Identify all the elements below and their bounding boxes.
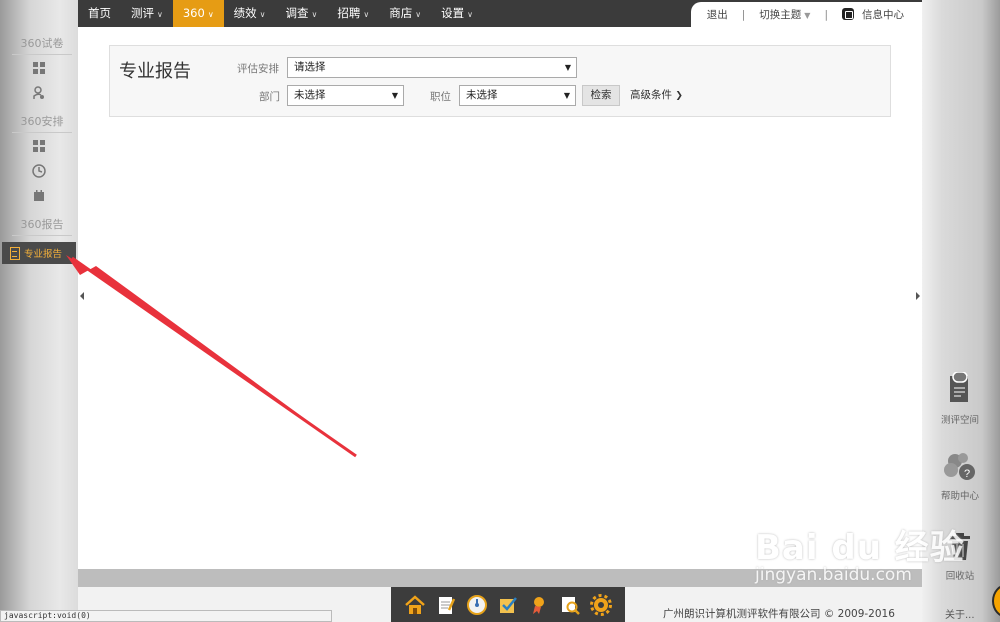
user-key-icon[interactable] [0, 80, 78, 105]
sidebar-section-360-report: 360报告 [12, 216, 72, 236]
chevron-down-icon: ∨ [311, 10, 318, 19]
collapse-left-icon[interactable] [80, 292, 84, 300]
chevron-down-icon: ❯ [675, 91, 683, 101]
dropdown-arrow-icon: ▼ [564, 63, 571, 72]
chevron-down-icon: ∨ [415, 10, 422, 19]
award-icon[interactable] [528, 594, 550, 616]
nav-assessment-label: 测评 [131, 6, 154, 20]
user-toolbar: 退出 | 切换主题 ▼ | 信息中心 [690, 2, 922, 27]
nav-store-label: 商店 [389, 6, 413, 20]
chevron-down-icon: ∨ [157, 10, 163, 19]
help-icon: ? [934, 452, 986, 485]
nav-recruit[interactable]: 招聘 ∨ [327, 0, 379, 27]
sidebar-section-360-schedule: 360安排 [12, 113, 72, 133]
help-center-widget[interactable]: ? 帮助中心 [934, 452, 986, 502]
dropdown-arrow-icon: ▼ [391, 91, 398, 100]
position-select-value: 未选择 [466, 89, 498, 101]
main-content: 专业报告 评估安排 请选择 ▼ 部门 未选择 ▼ 职位 未选择 ▼ 检索 高级条件 ❯ [78, 27, 922, 569]
sidebar: 360试卷 360安排 360报告 专业报告 [0, 27, 78, 587]
nav-settings-label: 设置 [441, 6, 465, 20]
nav-store[interactable]: 商店 ∨ [379, 0, 431, 27]
dept-label: 部门 [259, 91, 280, 103]
position-select[interactable]: 未选择 ▼ [459, 85, 576, 106]
sidebar-item-professional-report[interactable]: 专业报告 [2, 242, 76, 264]
switch-theme-link[interactable]: 切换主题 ▼ [759, 7, 810, 22]
checklist-icon[interactable] [497, 594, 519, 616]
chevron-down-icon: ∨ [363, 10, 370, 19]
assessment-space-label: 测评空间 [940, 415, 979, 426]
nav-home-label: 首页 [88, 6, 111, 20]
page-title: 专业报告 [119, 61, 191, 82]
nav-recruit-label: 招聘 [337, 6, 361, 20]
copyright-text: 广州朗识计算机测评软件有限公司 © 2009-2016 [663, 608, 895, 620]
home-icon[interactable] [404, 594, 426, 616]
grid-icon[interactable] [0, 55, 78, 80]
grid-icon[interactable] [0, 133, 78, 158]
collapse-right-icon[interactable] [916, 292, 920, 300]
nav-360[interactable]: 360 ∨ [172, 0, 224, 27]
search-button[interactable]: 检索 [582, 85, 620, 106]
report-search-icon[interactable] [559, 594, 581, 616]
logout-link[interactable]: 退出 [707, 7, 728, 22]
nav-assessment[interactable]: 测评 ∨ [121, 0, 173, 27]
clock-icon[interactable] [0, 158, 78, 183]
nav-survey[interactable]: 调查 ∨ [276, 0, 328, 27]
browser-status-bar: javascript:void(0) [0, 610, 332, 622]
document-icon [10, 246, 20, 260]
message-center-label: 信息中心 [862, 9, 904, 21]
chevron-down-icon: ∨ [207, 10, 214, 19]
advanced-conditions-link[interactable]: 高级条件 ❯ [630, 87, 683, 102]
assessment-space-icon [934, 371, 986, 409]
top-nav: 首页 测评 ∨ 360 ∨ 绩效 ∨ 调查 ∨ 招聘 ∨ 商店 ∨ 设置 ∨ 退出 | 切换主… [78, 0, 922, 27]
chevron-down-icon: ∨ [467, 10, 473, 19]
divider: | [824, 8, 828, 21]
nav-survey-label: 调查 [285, 6, 309, 20]
dept-select[interactable]: 未选择 ▼ [287, 85, 404, 106]
nav-performance-label: 绩效 [233, 6, 257, 20]
message-icon [842, 8, 854, 20]
chevron-down-icon: ▼ [804, 11, 811, 20]
svg-text:?: ? [964, 468, 970, 480]
switch-theme-label: 切换主题 [759, 9, 802, 21]
position-label: 职位 [430, 91, 451, 103]
plan-select-value: 请选择 [294, 61, 326, 73]
baidu-watermark: Bai du 经验 jingyan.baidu.com [755, 520, 965, 585]
dropdown-arrow-icon: ▼ [563, 91, 570, 100]
nav-360-label: 360 [182, 6, 205, 20]
assessment-space-widget[interactable]: 测评空间 [934, 371, 986, 426]
filter-panel: 专业报告 评估安排 请选择 ▼ 部门 未选择 ▼ 职位 未选择 ▼ 检索 高级条件 ❯ [109, 45, 891, 117]
dept-select-value: 未选择 [294, 89, 326, 101]
chevron-down-icon: ∨ [259, 10, 266, 19]
plan-label: 评估安排 [237, 63, 279, 75]
sidebar-item-label: 专业报告 [24, 249, 63, 260]
nav-settings[interactable]: 设置 ∨ [431, 0, 483, 27]
watermark-logo: Bai du 经验 [755, 528, 965, 568]
calendar-icon[interactable] [0, 183, 78, 208]
divider: | [741, 8, 746, 21]
message-center-link[interactable]: 信息中心 [842, 7, 904, 22]
bottom-dock [391, 587, 625, 622]
advanced-conditions-label: 高级条件 [630, 89, 672, 101]
help-center-label: 帮助中心 [940, 491, 979, 502]
nav-performance[interactable]: 绩效 ∨ [224, 0, 276, 27]
plan-select[interactable]: 请选择 ▼ [287, 57, 577, 78]
dashboard-icon[interactable] [466, 594, 488, 616]
about-link[interactable]: 关于... [945, 606, 975, 621]
sidebar-section-360-papers: 360试卷 [12, 35, 72, 55]
settings-gear-icon[interactable] [590, 593, 613, 616]
notepad-icon[interactable] [435, 594, 457, 616]
nav-home[interactable]: 首页 [78, 0, 121, 27]
